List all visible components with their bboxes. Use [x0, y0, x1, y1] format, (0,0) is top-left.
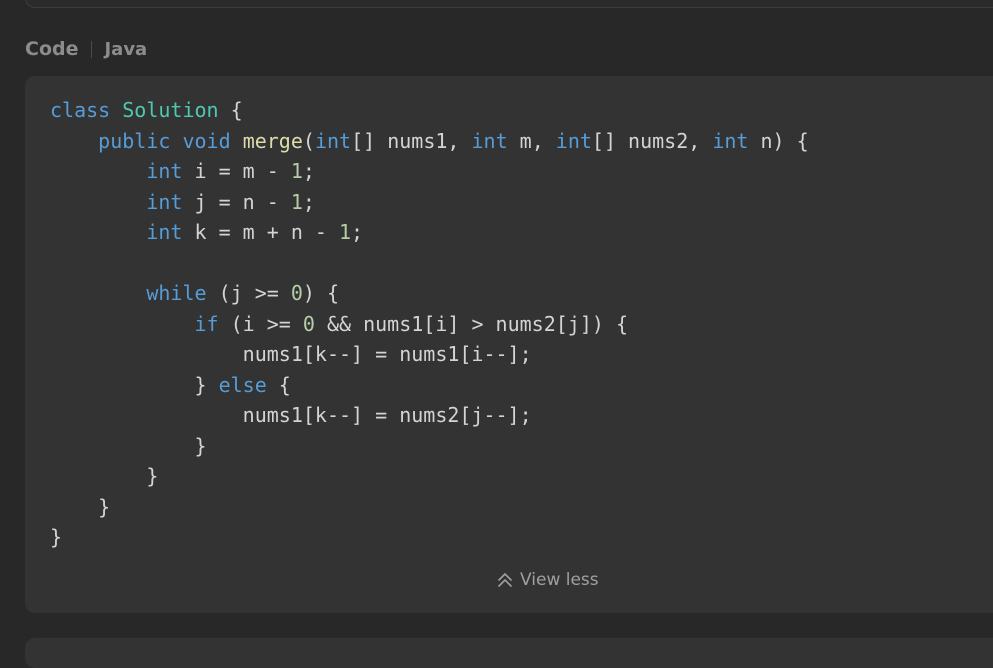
- code-token: && nums1[i] > nums2[j]) {: [314, 311, 629, 336]
- code-token: else: [218, 372, 267, 397]
- code-token: }: [50, 372, 219, 397]
- code-line: }: [50, 525, 62, 549]
- code-token: int: [712, 128, 749, 153]
- code-line: int i = m - 1;: [50, 159, 315, 183]
- section-title: Code: [25, 38, 79, 60]
- code-token: {: [266, 372, 291, 397]
- code-token: ;: [351, 220, 364, 244]
- code-token: if: [194, 311, 219, 336]
- code-token: ;: [302, 159, 315, 183]
- chevrons-up-icon: [496, 571, 514, 589]
- code-line: } else {: [50, 372, 291, 397]
- code-token: (i >=: [218, 311, 303, 336]
- code-token: Solution: [122, 98, 219, 122]
- code-token: while: [146, 281, 207, 305]
- code-line: int j = n - 1;: [50, 190, 315, 214]
- code-token: 1: [290, 189, 303, 214]
- code-token: [] nums2,: [591, 128, 713, 153]
- code-token: nums1[k--] = nums1[i--];: [50, 342, 532, 366]
- code-token: 0: [302, 311, 315, 336]
- code-token: i = m -: [182, 159, 291, 183]
- code-token: int: [146, 189, 183, 214]
- language-label: Java: [104, 38, 148, 60]
- code-line: }: [50, 433, 207, 458]
- code-token: {: [218, 98, 243, 122]
- code-token: j = n -: [182, 189, 291, 214]
- code-section-header: Code Java: [25, 36, 147, 62]
- code-token: (: [302, 128, 315, 153]
- code-token: public: [98, 128, 171, 153]
- code-line: while (j >= 0) {: [50, 281, 339, 305]
- code-line: if (i >= 0 && nums1[i] > nums2[j]) {: [50, 311, 629, 336]
- view-less-button[interactable]: View less: [496, 570, 599, 590]
- code-line: }: [50, 495, 110, 519]
- code-token: 1: [339, 220, 352, 244]
- code-token: int: [146, 159, 183, 183]
- code-token: k = m + n -: [182, 220, 339, 244]
- code-token: (j >=: [206, 281, 291, 305]
- code-line: int k = m + n - 1;: [50, 220, 363, 244]
- code-token: int: [146, 220, 183, 244]
- code-token: int: [555, 128, 592, 153]
- header-divider: [91, 40, 93, 58]
- code-token: n) {: [748, 128, 809, 153]
- code-token: ;: [302, 189, 315, 214]
- code-token: ) {: [302, 281, 340, 305]
- code-token: [] nums1,: [351, 128, 472, 153]
- code-token: int: [314, 128, 352, 153]
- code-token: }: [50, 494, 111, 519]
- code-token: class: [50, 98, 111, 122]
- next-panel: [25, 638, 993, 668]
- code-line: nums1[k--] = nums2[j--];: [50, 403, 532, 427]
- code-token: nums1[k--] = nums2[j--];: [50, 403, 532, 427]
- code-content: class Solution { public void merge(int[]…: [50, 95, 809, 553]
- code-line: class Solution {: [50, 98, 243, 122]
- code-token: }: [50, 525, 63, 549]
- code-token: m,: [507, 128, 556, 153]
- code-line: nums1[k--] = nums1[i--];: [50, 342, 532, 366]
- code-token: merge: [242, 128, 303, 153]
- previous-panel: [25, 0, 993, 8]
- view-less-label: View less: [520, 570, 599, 590]
- code-token: }: [50, 464, 159, 488]
- code-token: 0: [290, 281, 303, 305]
- code-token: void: [182, 128, 231, 153]
- code-token: 1: [290, 159, 303, 183]
- code-line: }: [50, 464, 158, 488]
- code-block: class Solution { public void merge(int[]…: [25, 76, 993, 613]
- code-line: public void merge(int[] nums1, int m, in…: [50, 129, 809, 153]
- code-token: int: [471, 128, 508, 153]
- code-token: }: [50, 433, 207, 458]
